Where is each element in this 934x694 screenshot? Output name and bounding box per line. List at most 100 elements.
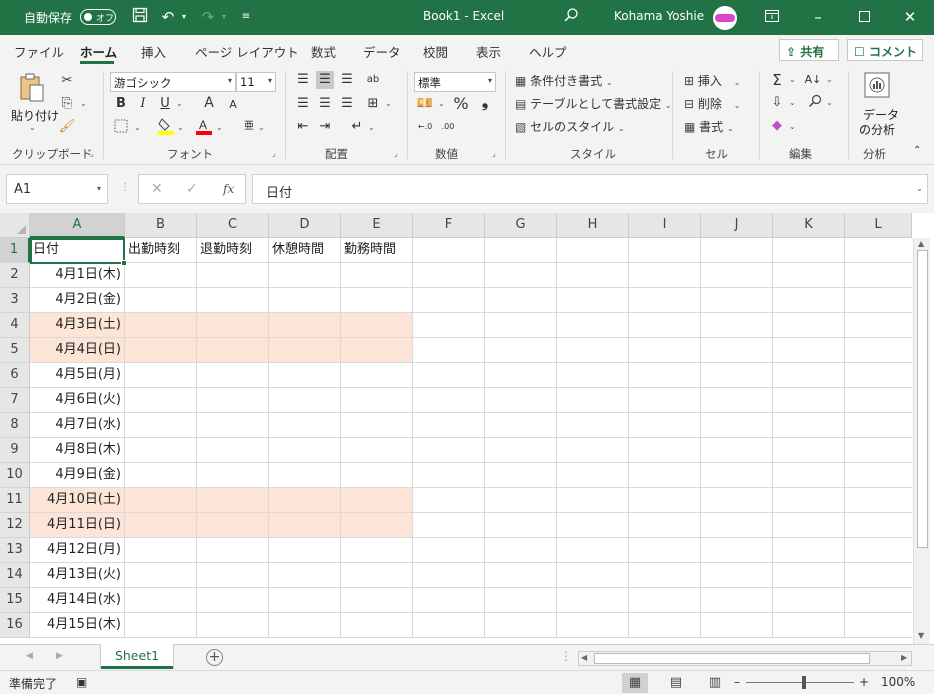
tab-view[interactable]: 表示 — [476, 42, 501, 61]
row-header-3[interactable]: 3 — [0, 288, 30, 313]
cell-e6[interactable] — [341, 363, 413, 388]
cell-l10[interactable] — [845, 463, 912, 488]
row-header-8[interactable]: 8 — [0, 413, 30, 438]
cell-k13[interactable] — [773, 538, 845, 563]
cell-l11[interactable] — [845, 488, 912, 513]
cell-a6[interactable]: 4月5日(月) — [30, 363, 125, 388]
cell-f9[interactable] — [413, 438, 485, 463]
decrease-decimal-button[interactable]: .00 — [438, 118, 458, 136]
close-icon[interactable]: ✕ — [900, 7, 920, 27]
cell-a15[interactable]: 4月14日(水) — [30, 588, 125, 613]
alignment-launcher-icon[interactable]: ⌟ — [394, 149, 398, 158]
page-layout-view-icon[interactable]: ▤ — [663, 673, 689, 693]
cell-f6[interactable] — [413, 363, 485, 388]
cell-b6[interactable] — [125, 363, 197, 388]
undo-icon[interactable]: ↶ — [158, 7, 178, 27]
customize-qat-icon[interactable]: ≡ — [238, 7, 254, 27]
cell-i16[interactable] — [629, 613, 701, 638]
conditional-formatting-button[interactable]: ▦ 条件付き書式 ⌄ — [515, 72, 613, 89]
cell-b2[interactable] — [125, 263, 197, 288]
cell-b13[interactable] — [125, 538, 197, 563]
underline-button[interactable]: U — [156, 95, 174, 113]
cell-g1[interactable] — [485, 238, 557, 263]
cell-e7[interactable] — [341, 388, 413, 413]
cell-i4[interactable] — [629, 313, 701, 338]
cell-i3[interactable] — [629, 288, 701, 313]
cell-k10[interactable] — [773, 463, 845, 488]
scroll-left-icon[interactable]: ◀ — [581, 653, 587, 662]
cell-l12[interactable] — [845, 513, 912, 538]
cell-l9[interactable] — [845, 438, 912, 463]
cell-c10[interactable] — [197, 463, 269, 488]
decrease-indent-icon[interactable]: ⇤ — [294, 118, 312, 136]
cell-a8[interactable]: 4月7日(水) — [30, 413, 125, 438]
horizontal-scroll-thumb[interactable] — [594, 653, 870, 664]
cell-k7[interactable] — [773, 388, 845, 413]
horizontal-scrollbar[interactable]: ◀ ▶ — [578, 651, 912, 666]
row-header-13[interactable]: 13 — [0, 538, 30, 563]
collapse-ribbon-icon[interactable]: ⌃ — [913, 145, 921, 156]
align-center-icon[interactable]: ☰ — [316, 95, 334, 113]
cell-d8[interactable] — [269, 413, 341, 438]
cell-g10[interactable] — [485, 463, 557, 488]
tab-insert[interactable]: 挿入 — [141, 42, 166, 61]
phonetic-guide-icon[interactable]: 亜 — [240, 118, 258, 136]
autosum-dropdown-icon[interactable]: ⌄ — [789, 75, 796, 84]
redo-dropdown-icon[interactable]: ▾ — [219, 7, 229, 27]
paste-button[interactable]: 貼り付け ⌄ — [9, 71, 59, 132]
normal-view-icon[interactable]: ▦ — [622, 673, 648, 693]
cell-l3[interactable] — [845, 288, 912, 313]
cell-e11[interactable] — [341, 488, 413, 513]
cell-g3[interactable] — [485, 288, 557, 313]
cell-j12[interactable] — [701, 513, 773, 538]
cell-j8[interactable] — [701, 413, 773, 438]
cell-c5[interactable] — [197, 338, 269, 363]
cell-l14[interactable] — [845, 563, 912, 588]
cell-f8[interactable] — [413, 413, 485, 438]
cell-l7[interactable] — [845, 388, 912, 413]
macro-record-icon[interactable]: ▣ — [76, 675, 87, 689]
cell-j4[interactable] — [701, 313, 773, 338]
cell-f14[interactable] — [413, 563, 485, 588]
number-launcher-icon[interactable]: ⌟ — [492, 149, 496, 158]
align-left-icon[interactable]: ☰ — [294, 95, 312, 113]
accounting-format-icon[interactable]: 💴 — [416, 95, 434, 113]
cell-c4[interactable] — [197, 313, 269, 338]
row-header-4[interactable]: 4 — [0, 313, 30, 338]
cell-a5[interactable]: 4月4日(日) — [30, 338, 125, 363]
fill-color-dropdown-icon[interactable]: ⌄ — [177, 123, 184, 132]
zoom-slider-thumb[interactable] — [802, 676, 806, 689]
row-header-15[interactable]: 15 — [0, 588, 30, 613]
cell-b14[interactable] — [125, 563, 197, 588]
row-header-16[interactable]: 16 — [0, 613, 30, 638]
cell-grid[interactable]: 日付 出勤時刻 退勤時刻 休憩時間 勤務時間 4月1日(木) 4月2日(金) 4月3日(土) 4… — [30, 238, 912, 638]
cell-l2[interactable] — [845, 263, 912, 288]
cell-d12[interactable] — [269, 513, 341, 538]
cell-l8[interactable] — [845, 413, 912, 438]
cell-h2[interactable] — [557, 263, 629, 288]
cell-g11[interactable] — [485, 488, 557, 513]
cell-styles-button[interactable]: ▧ セルのスタイル ⌄ — [515, 118, 625, 135]
column-header-b[interactable]: B — [125, 213, 197, 238]
cell-b11[interactable] — [125, 488, 197, 513]
undo-dropdown-icon[interactable]: ▾ — [179, 7, 189, 27]
cell-i1[interactable] — [629, 238, 701, 263]
increase-font-button[interactable]: A — [200, 94, 218, 112]
column-header-h[interactable]: H — [557, 213, 629, 238]
cell-c9[interactable] — [197, 438, 269, 463]
cell-i13[interactable] — [629, 538, 701, 563]
select-all-button[interactable] — [0, 213, 30, 238]
cell-h10[interactable] — [557, 463, 629, 488]
tab-page-layout[interactable]: ページ レイアウト — [195, 42, 299, 61]
cell-l4[interactable] — [845, 313, 912, 338]
cell-h9[interactable] — [557, 438, 629, 463]
cell-h8[interactable] — [557, 413, 629, 438]
cell-g12[interactable] — [485, 513, 557, 538]
redo-icon[interactable]: ↷ — [198, 7, 218, 27]
cell-a3[interactable]: 4月2日(金) — [30, 288, 125, 313]
row-header-10[interactable]: 10 — [0, 463, 30, 488]
cell-f16[interactable] — [413, 613, 485, 638]
percent-button[interactable]: % — [452, 95, 470, 113]
cell-f15[interactable] — [413, 588, 485, 613]
tab-formulas[interactable]: 数式 — [311, 42, 336, 61]
